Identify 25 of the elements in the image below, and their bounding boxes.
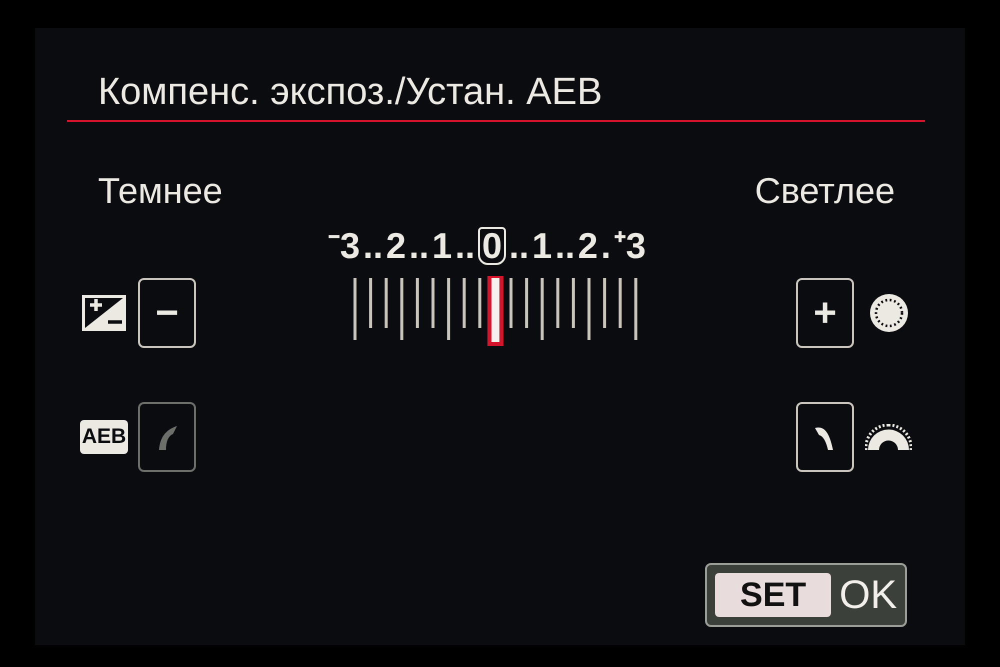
darker-label: Темнее [98,170,223,212]
scale-value: 2 [386,226,406,266]
scale-value: 1 [432,226,452,266]
widen-bracket-button[interactable] [796,402,854,472]
plus-button[interactable]: + [796,278,854,348]
scale-value: 1 [532,226,552,266]
scale-value: ⁻3 [328,226,360,266]
menu-title: Компенс. экспоз./Устан. AEB [97,70,602,114]
exposure-compensation-icon [82,295,126,331]
scale-value: 2 [578,226,598,266]
half-gear-icon [865,424,912,450]
brighter-label: Светлее [754,170,895,212]
scale-dots: .. [408,226,429,266]
scale-dots: . [600,226,611,266]
scale-dots: .. [554,226,575,266]
set-ok-button[interactable]: SET OK [705,563,907,627]
minus-button[interactable]: − [138,278,196,348]
scale-dots: .. [508,226,529,266]
aeb-badge: AEB [80,420,128,454]
scale-dots: .. [363,226,384,266]
scale-value: ⁺3 [614,226,646,266]
scale-dots: .. [454,226,475,266]
bracket-icon [157,424,177,450]
scale-value: 0 [478,227,506,265]
dotted-circle-icon [870,294,908,332]
